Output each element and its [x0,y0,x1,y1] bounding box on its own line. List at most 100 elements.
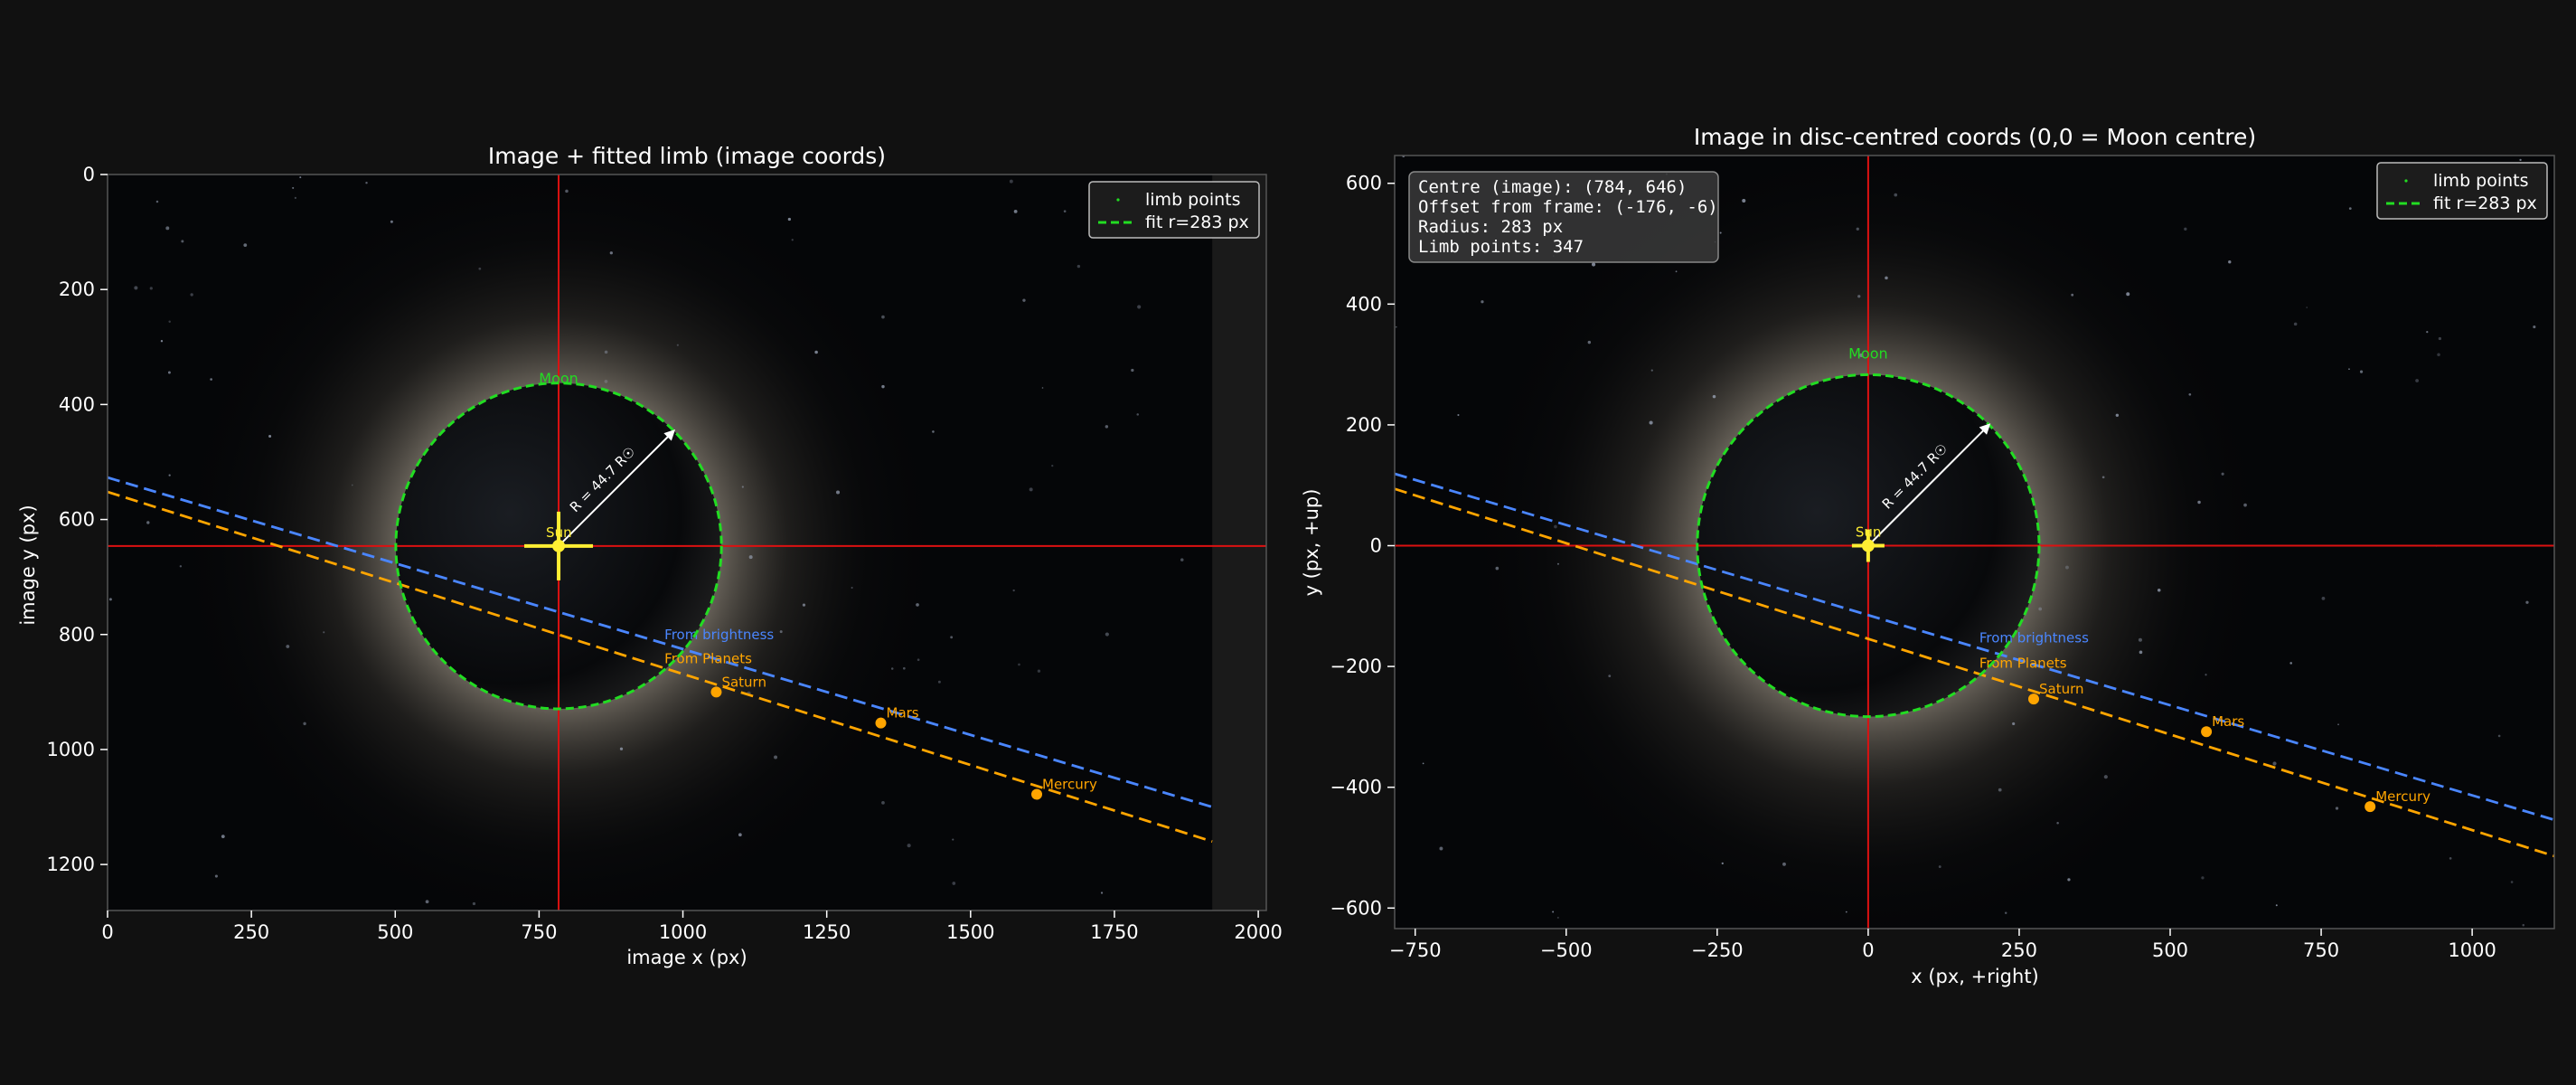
star [292,186,295,189]
star [268,435,272,439]
legend-limb-points-marker [1116,198,1120,202]
star [2184,227,2187,231]
star [2065,565,2069,570]
x-tick-label: −250 [1691,939,1744,961]
star [748,555,753,560]
star [1041,387,1044,389]
star [351,484,353,486]
star [134,286,138,290]
x-tick-label: 1500 [946,921,994,943]
panel-title: Image in disc-centred coords (0,0 = Moon… [1694,124,2256,150]
panel-image-coords: Image + fitted limb (image coords) From … [17,143,1283,968]
x-tick-label: 500 [377,921,413,943]
info-box-line: Offset from frame: (-176, -6) [1418,197,1718,217]
star [1650,369,1653,372]
star [472,901,476,906]
star [2497,734,2501,738]
star [286,645,290,648]
star [2071,293,2074,297]
star [2221,472,2224,476]
star [168,474,171,476]
star [1608,675,1612,678]
y-axis-label: image y (px) [17,505,39,625]
star [2139,650,2143,655]
sun-dot [1861,539,1875,552]
star [2348,368,2350,371]
star [2038,607,2043,611]
star [1556,916,1559,919]
star [1009,179,1013,184]
star [1136,413,1139,416]
planet-point [875,717,887,729]
moon-label: Moon [539,370,578,387]
star [1554,524,1557,529]
y-tick-label: −400 [1330,777,1382,798]
star [802,603,806,607]
star [2522,923,2525,927]
star [303,722,306,726]
star [1552,910,1555,913]
star [952,882,956,885]
sun-dot [552,539,566,552]
star [1742,198,1746,203]
star [2205,674,2207,676]
sun-label: Sun [1856,524,1882,541]
star [323,631,325,634]
star [1998,788,2002,792]
star [210,378,212,381]
direction-line-label: From brightness [1979,629,2089,646]
star [1649,420,1653,425]
direction-line-label: From brightness [664,627,774,643]
star [2275,904,2278,907]
y-tick-label: 0 [83,164,95,185]
figure: Image + fitted limb (image coords) From … [17,124,2555,987]
star [221,835,225,839]
star [676,344,679,346]
planet-label: Saturn [721,674,766,690]
star [851,586,853,590]
x-tick-label: 2000 [1234,921,1282,943]
y-tick-label: 400 [59,393,95,415]
star [1105,632,1109,637]
info-box-line: Limb points: 347 [1418,237,1584,257]
star [2228,260,2232,264]
star [1018,663,1020,666]
y-tick-label: 600 [1346,173,1382,194]
star [2510,881,2514,883]
y-tick-label: 600 [59,509,95,531]
star [2348,207,2352,210]
star [741,486,744,488]
star [2115,413,2120,417]
star [1885,276,1888,280]
star [2359,370,2364,373]
star [881,384,885,389]
star [1137,305,1142,309]
star [179,565,183,568]
y-tick-label: 200 [1346,414,1382,436]
y-tick-label: 0 [1370,535,1382,557]
sun-label: Sun [546,524,572,541]
star [1587,340,1592,344]
planet-point [2027,693,2039,705]
star [2157,588,2161,592]
star [1894,193,1898,197]
star [1422,762,1424,765]
x-tick-label: 0 [1862,939,1874,961]
star [902,666,906,670]
star [881,315,885,319]
star [2056,822,2059,825]
star [2243,503,2247,507]
plot-content: From brightnessFrom PlanetsMoonR = 44.7 … [1395,156,2554,929]
planet-point [2364,801,2376,813]
legend-fit-label: fit r=283 px [2433,193,2537,213]
star [1131,368,1134,373]
star [881,800,885,805]
star [167,371,171,374]
y-tick-label: −200 [1330,656,1382,677]
star [1439,846,1443,851]
panel-title: Image + fitted limb (image coords) [488,143,886,169]
x-tick-label: 500 [2152,939,2188,961]
star [425,900,429,904]
planet-point [1031,788,1043,800]
direction-line-label: From Planets [664,651,752,667]
